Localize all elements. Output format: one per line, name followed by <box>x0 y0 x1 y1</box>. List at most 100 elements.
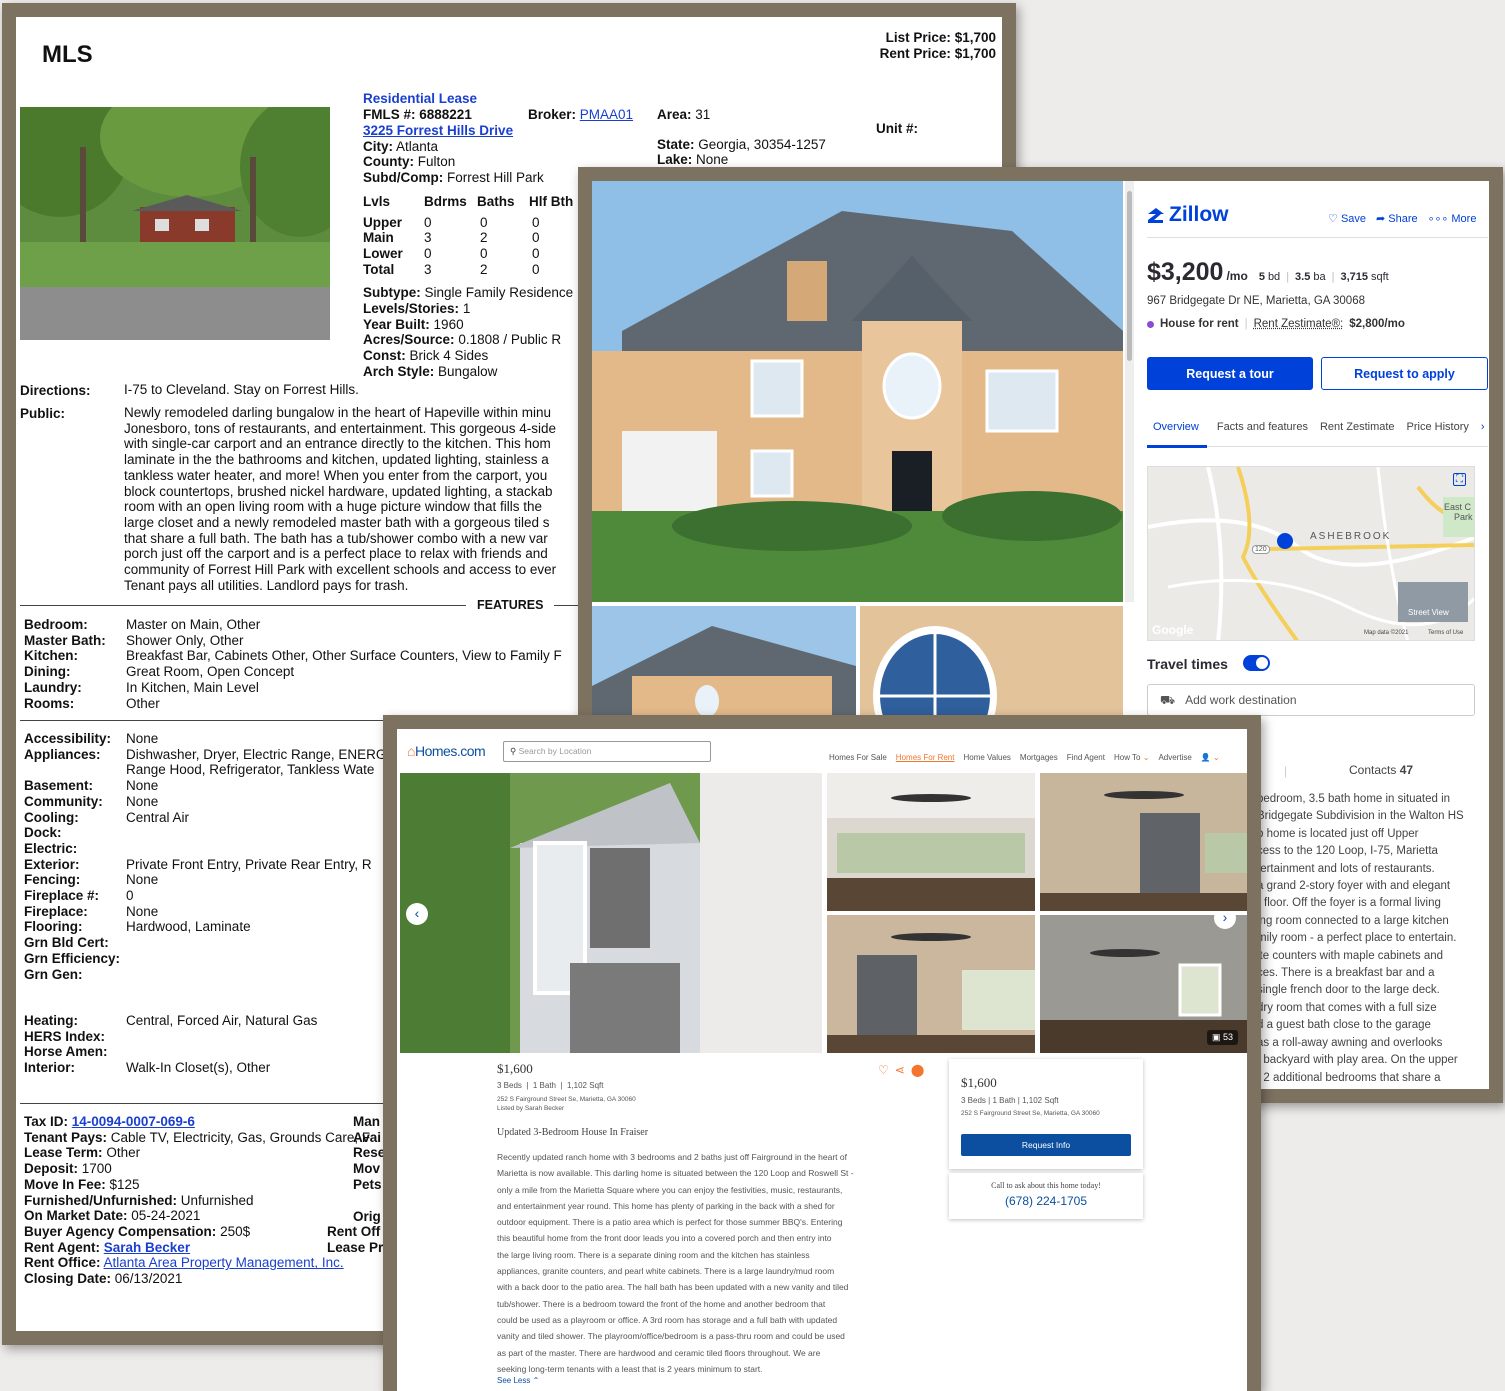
zillow-status-row: House for rent | Rent Zestimate®: $2,800/m… <box>1147 318 1405 330</box>
rooms-row: Main 3 2 0 <box>363 230 540 246</box>
fmls-number: FMLS #: 6888221 <box>363 107 472 122</box>
lake: Lake: None <box>657 152 729 167</box>
listing-type: Residential Lease <box>363 91 478 106</box>
zillow-main-photo[interactable] <box>592 181 1123 602</box>
broker-link[interactable]: PMAA01 <box>580 107 633 122</box>
tab-facts[interactable]: Facts and features <box>1217 421 1308 433</box>
contacts-count: Contacts 47 <box>1349 763 1414 777</box>
divider <box>1147 237 1488 238</box>
zillow-price: $3,200 <box>1147 258 1224 286</box>
request-info-button[interactable]: Request Info <box>961 1134 1131 1156</box>
rooms-row: Upper 0 0 0 <box>363 214 540 230</box>
nav-homes-for-sale[interactable]: Homes For Sale <box>829 753 887 762</box>
zillow-address: 967 Bridgegate Dr NE, Marietta, GA 30068 <box>1147 295 1365 307</box>
see-less-link[interactable]: See Less ⌃ <box>497 1376 539 1385</box>
mls-house-photo <box>20 107 330 340</box>
travel-times-label: Travel times <box>1147 656 1228 672</box>
scrollbar[interactable] <box>1125 181 1134 602</box>
rent-zestimate-link[interactable]: Rent Zestimate®: <box>1254 318 1344 330</box>
travel-times-toggle[interactable] <box>1243 655 1270 671</box>
year-built: Year Built: 1960 <box>363 317 464 332</box>
chevron-right-icon[interactable]: › <box>1481 421 1485 433</box>
nav-mortgages[interactable]: Mortgages <box>1020 753 1058 762</box>
work-destination-input[interactable]: ⛟ Add work destination <box>1147 684 1475 716</box>
construction: Const: Brick 4 Sides <box>363 348 489 363</box>
address-link[interactable]: 3225 Forrest Hills Drive <box>363 123 513 139</box>
unit: Unit #: <box>876 121 918 136</box>
share-icon: ➦ <box>1376 213 1386 225</box>
rooms-row: Total 3 2 0 <box>363 261 540 277</box>
acres: Acres/Source: 0.1808 / Public R <box>363 332 562 347</box>
map-pin-icon[interactable]: ⬤ <box>911 1063 924 1077</box>
account-menu[interactable]: 👤 ⌄ <box>1201 753 1220 762</box>
tab-overview[interactable]: Overview <box>1147 421 1205 433</box>
lease-details: Tax ID: 14-0094-0007-069-6 Tenant Pays: … <box>24 1114 371 1287</box>
request-tour-button[interactable]: Request a tour <box>1147 357 1313 390</box>
street-view-link[interactable]: Street View <box>1408 608 1449 617</box>
divider <box>20 605 466 606</box>
status-dot-icon <box>1147 320 1154 328</box>
zillow-description: bedroom, 3.5 bath home in situated in Bri… <box>1257 793 1464 1101</box>
zillow-tabs: Overview Facts and features Rent Zestima… <box>1147 421 1485 433</box>
heart-icon[interactable]: ♡ <box>878 1063 889 1077</box>
homes-address: 252 S Fairground Street Se, Marietta, GA… <box>497 1096 636 1103</box>
heart-icon: ♡ <box>1328 213 1338 225</box>
homes-logo[interactable]: ⌂Homes.com <box>407 743 486 759</box>
search-input[interactable]: ⚲ Search by Location <box>503 741 711 762</box>
homes-thumb-photo[interactable] <box>827 915 1035 1053</box>
tab-rent-zestimate[interactable]: Rent Zestimate <box>1320 421 1395 433</box>
homes-listed-by: Listed by Sarah Becker <box>497 1105 565 1112</box>
homes-actions: ♡ ⋖ ⬤ <box>878 1063 924 1077</box>
arch-style: Arch Style: Bungalow <box>363 364 498 379</box>
share-button[interactable]: ➦ Share <box>1376 212 1418 225</box>
car-icon: ⛟ <box>1160 693 1176 707</box>
homes-thumb-photo[interactable] <box>1040 773 1247 911</box>
state: State: Georgia, 30354-1257 <box>657 137 826 152</box>
nav-find-agent[interactable]: Find Agent <box>1067 753 1105 762</box>
more-icon: ∘∘∘ <box>1427 213 1449 225</box>
rent-office-link[interactable]: Atlanta Area Property Management, Inc. <box>104 1255 344 1270</box>
homes-main-photo[interactable]: ‹ <box>400 773 822 1053</box>
tab-price-history[interactable]: Price History <box>1407 421 1469 433</box>
features-other: Heating: Central, Forced Air, Natural Gas… <box>24 1013 318 1076</box>
zillow-map[interactable]: ASHEBROOK East C Park 120 Google Map dat… <box>1147 466 1475 641</box>
city: City: Atlanta <box>363 139 439 154</box>
nav-homes-for-rent[interactable]: Homes For Rent <box>896 753 955 762</box>
directions-text: I-75 to Cleveland. Stay on Forrest Hills… <box>124 382 359 397</box>
prev-photo-button[interactable]: ‹ <box>406 903 428 925</box>
tab-indicator <box>1147 445 1207 448</box>
rooms-row: Lower 0 0 0 <box>363 246 540 262</box>
subdivision: Subd/Comp: Forrest Hill Park <box>363 170 544 185</box>
save-button[interactable]: ♡ Save <box>1328 212 1366 225</box>
nav-advertise[interactable]: Advertise <box>1158 753 1191 762</box>
mls-title: MLS <box>42 41 93 68</box>
zillow-price-row: $3,200 /mo 5 bd | 3.5 ba | 3,715 sqft <box>1147 258 1389 286</box>
county: County: Fulton <box>363 154 456 169</box>
request-apply-button[interactable]: Request to apply <box>1321 357 1488 390</box>
homes-thumb-photo[interactable] <box>827 773 1035 911</box>
homes-headline: Updated 3-Bedroom House In Fraiser <box>497 1127 649 1138</box>
nav-home-values[interactable]: Home Values <box>963 753 1010 762</box>
features-heading: FEATURES <box>477 598 544 612</box>
zillow-actions: ♡ Save ➦ Share ∘∘∘ More <box>1328 212 1476 225</box>
features-rooms: Bedroom: Master on Main, Other Master Bat… <box>24 617 562 711</box>
rooms-table: Lvls Bdrms Baths Hlf Bth Upper 0 0 0 Main 3 2 0 L… <box>363 194 593 278</box>
more-button[interactable]: ∘∘∘ More <box>1428 212 1477 225</box>
nav-how-to[interactable]: How To ⌄ <box>1114 753 1149 762</box>
levels: Levels/Stories: 1 <box>363 301 471 316</box>
divider <box>20 1103 390 1104</box>
expand-icon[interactable]: ⛶ <box>1453 473 1466 486</box>
house-logo-icon: ⌂ <box>407 743 415 759</box>
tax-id-link[interactable]: 14-0094-0007-069-6 <box>72 1114 195 1129</box>
rent-agent-link[interactable]: Sarah Becker <box>104 1240 190 1255</box>
homes-specs: 3 Beds | 1 Bath | 1,102 Sqft <box>497 1081 604 1090</box>
phone-link[interactable]: (678) 224-1705 <box>949 1194 1143 1208</box>
homes-thumb-photo[interactable]: ▣ 53 › <box>1040 915 1247 1053</box>
features-systems: Accessibility: None Appliances: Dishwasher… <box>24 731 387 982</box>
share-icon[interactable]: ⋖ <box>895 1063 905 1077</box>
photo-count-badge[interactable]: ▣ 53 <box>1206 1030 1238 1045</box>
zillow-logo[interactable]: Zillow <box>1147 203 1229 227</box>
public-remarks: Newly remodeled darling bungalow in the … <box>124 405 557 593</box>
zillow-logo-icon <box>1148 208 1164 223</box>
scrollbar[interactable] <box>1249 773 1254 933</box>
